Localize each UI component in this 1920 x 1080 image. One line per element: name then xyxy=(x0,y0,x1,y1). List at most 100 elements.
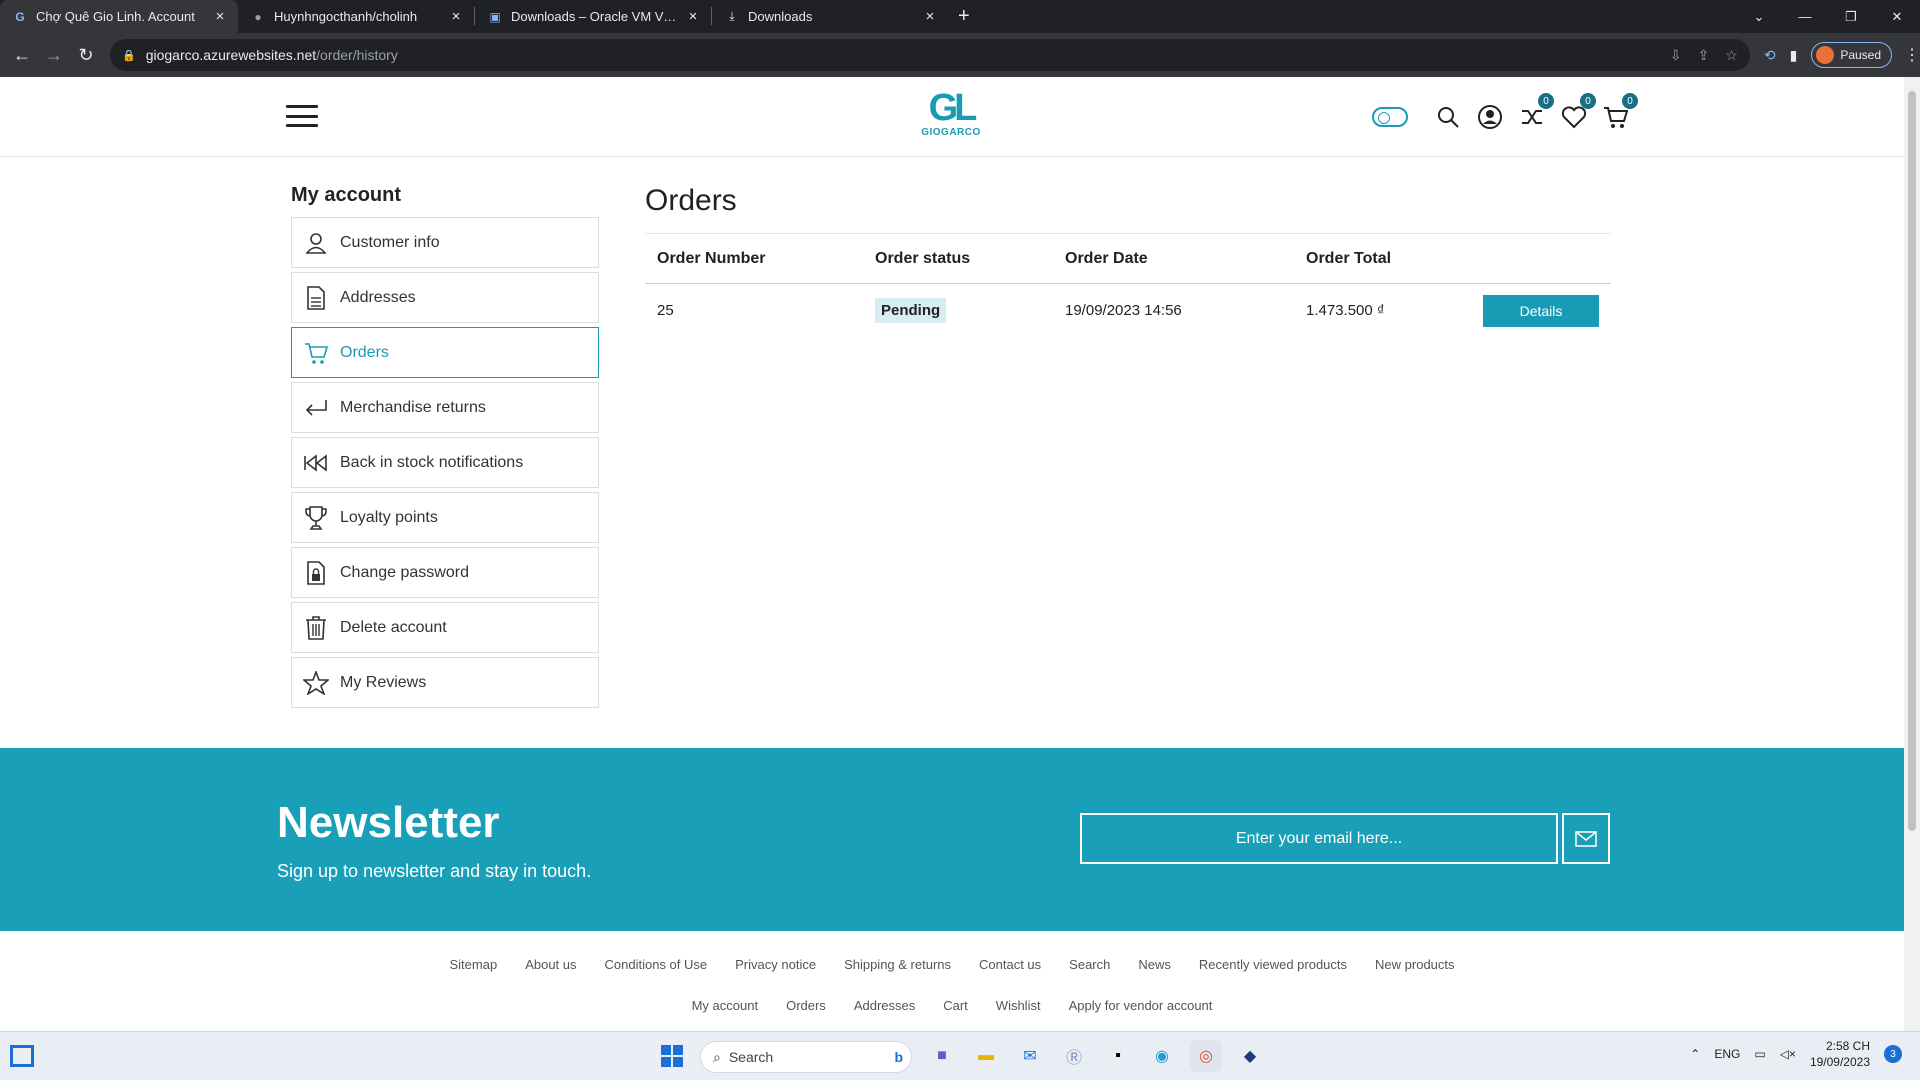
install-app-icon[interactable]: ⇩ xyxy=(1670,47,1682,64)
site-header: GL GIOGARCO 0 0 0 xyxy=(0,77,1904,157)
close-window-icon[interactable]: ✕ xyxy=(1874,9,1920,25)
profile-status: Paused xyxy=(1840,48,1882,62)
sidebar-item-label: Customer info xyxy=(340,233,440,251)
footer-link-my-account[interactable]: My account xyxy=(692,998,758,1013)
sidebar-item-back-in-stock[interactable]: Back in stock notifications xyxy=(291,437,599,488)
footer-link-contact[interactable]: Contact us xyxy=(979,957,1041,972)
bookmark-star-icon[interactable]: ☆ xyxy=(1725,47,1738,64)
tray-chevron-icon[interactable]: ⌃ xyxy=(1690,1047,1700,1061)
footer-link-addresses[interactable]: Addresses xyxy=(854,998,915,1013)
footer-row-2: My account Orders Addresses Cart Wishlis… xyxy=(0,998,1904,1013)
sidebar-item-merchandise-returns[interactable]: Merchandise returns xyxy=(291,382,599,433)
minimize-icon[interactable]: — xyxy=(1782,9,1828,24)
tab-search-icon[interactable]: ⌄ xyxy=(1736,9,1782,25)
site-logo[interactable]: GL GIOGARCO xyxy=(918,89,984,145)
footer-link-shipping[interactable]: Shipping & returns xyxy=(844,957,951,972)
close-tab-icon[interactable]: × xyxy=(212,8,228,25)
close-tab-icon[interactable]: × xyxy=(685,8,701,25)
user-icon xyxy=(302,229,330,257)
wishlist-heart-icon[interactable]: 0 xyxy=(1560,93,1596,131)
address-doc-icon xyxy=(302,284,330,312)
footer-link-recently-viewed[interactable]: Recently viewed products xyxy=(1199,957,1347,972)
footer-link-orders[interactable]: Orders xyxy=(786,998,826,1013)
sidebar-item-delete-account[interactable]: Delete account xyxy=(291,602,599,653)
browser-tab-github[interactable]: ● Huynhngocthanh/cholinh × xyxy=(238,0,474,33)
restore-icon[interactable]: ❐ xyxy=(1828,9,1874,25)
page-scrollbar[interactable] xyxy=(1904,77,1920,1031)
footer-link-conditions[interactable]: Conditions of Use xyxy=(605,957,708,972)
footer-link-search[interactable]: Search xyxy=(1069,957,1110,972)
hamburger-menu-icon[interactable] xyxy=(286,105,318,127)
taskbar-search[interactable]: ⌕ Search b xyxy=(700,1041,912,1073)
scrollbar-thumb[interactable] xyxy=(1908,91,1916,831)
notification-badge[interactable]: 3 xyxy=(1884,1045,1902,1063)
footer-link-about[interactable]: About us xyxy=(525,957,576,972)
footer-link-wishlist[interactable]: Wishlist xyxy=(996,998,1041,1013)
sidebar-item-addresses[interactable]: Addresses xyxy=(291,272,599,323)
sidebar-item-my-reviews[interactable]: My Reviews xyxy=(291,657,599,708)
network-icon[interactable]: ▭ xyxy=(1754,1047,1765,1061)
newsletter-subscribe-button[interactable] xyxy=(1562,813,1610,864)
close-tab-icon[interactable]: × xyxy=(448,8,464,25)
newsletter-email-input[interactable]: Enter your email here... xyxy=(1080,813,1558,864)
start-windows-icon[interactable] xyxy=(656,1040,688,1072)
file-explorer-icon[interactable]: ▬ xyxy=(970,1040,1002,1072)
footer-link-privacy[interactable]: Privacy notice xyxy=(735,957,816,972)
forward-icon[interactable]: → xyxy=(38,45,70,66)
reload-icon[interactable]: ↻ xyxy=(70,45,102,66)
sidebar-item-label: My Reviews xyxy=(340,673,427,691)
details-button[interactable]: Details xyxy=(1483,294,1599,327)
cart-icon[interactable]: 0 xyxy=(1602,93,1638,131)
table-row: 25 Pending 19/09/2023 14:56 1.473.500 ₫ … xyxy=(645,284,1611,338)
address-bar[interactable]: 🔒 giogarco.azurewebsites.net/order/histo… xyxy=(110,39,1750,71)
sidebar-item-customer-info[interactable]: Customer info xyxy=(291,217,599,268)
sidebar-item-orders[interactable]: Orders xyxy=(291,327,599,378)
logo-mark: GL xyxy=(928,87,978,129)
newsletter-title: Newsletter xyxy=(277,798,500,847)
compare-icon[interactable]: 0 xyxy=(1518,93,1554,131)
tab-label: Downloads xyxy=(748,9,813,24)
sidebar-item-change-password[interactable]: Change password xyxy=(291,547,599,598)
footer-link-vendor[interactable]: Apply for vendor account xyxy=(1069,998,1213,1013)
chrome-icon[interactable]: ◎ xyxy=(1190,1040,1222,1072)
r-app-icon[interactable]: Ⓡ xyxy=(1058,1040,1090,1072)
footer-link-news[interactable]: News xyxy=(1138,957,1171,972)
teams-chat-icon[interactable]: ■ xyxy=(926,1040,958,1072)
close-tab-icon[interactable]: × xyxy=(922,8,938,25)
mail-icon[interactable]: ✉ xyxy=(1014,1040,1046,1072)
footer-link-cart[interactable]: Cart xyxy=(943,998,968,1013)
browser-tab-virtualbox[interactable]: ▣ Downloads – Oracle VM VirtualBox × xyxy=(475,0,711,33)
sidebar-item-label: Orders xyxy=(340,343,389,361)
order-number: 25 xyxy=(657,302,674,320)
virtualbox-icon[interactable]: ◆ xyxy=(1234,1040,1266,1072)
search-icon[interactable] xyxy=(1434,103,1462,131)
new-tab-button[interactable]: + xyxy=(948,0,980,33)
side-panel-icon[interactable]: ▮ xyxy=(1790,47,1798,64)
pycharm-icon[interactable]: ▪ xyxy=(1102,1040,1134,1072)
newsletter-subtitle: Sign up to newsletter and stay in touch. xyxy=(277,861,592,881)
extension-icon[interactable]: ⟲ xyxy=(1764,47,1776,64)
browser-tab-downloads[interactable]: ⤓ Downloads × xyxy=(712,0,948,33)
footer-link-new-products[interactable]: New products xyxy=(1375,957,1454,972)
language-indicator[interactable]: ENG xyxy=(1714,1047,1740,1061)
volume-muted-icon[interactable]: ◁× xyxy=(1780,1047,1796,1061)
status-badge: Pending xyxy=(875,298,947,324)
clock[interactable]: 2:58 CH 19/09/2023 xyxy=(1810,1038,1870,1070)
widgets-icon[interactable] xyxy=(10,1045,34,1067)
account-icon[interactable] xyxy=(1476,103,1504,131)
edge-icon[interactable]: ◉ xyxy=(1146,1040,1178,1072)
sidebar-item-loyalty-points[interactable]: Loyalty points xyxy=(291,492,599,543)
sidebar-item-label: Loyalty points xyxy=(340,508,438,526)
back-icon[interactable]: ← xyxy=(6,45,38,66)
share-icon[interactable]: ⇪ xyxy=(1698,47,1710,64)
lock-icon[interactable]: 🔒 xyxy=(122,49,136,62)
url-path: /order/history xyxy=(316,47,398,63)
footer-links: Sitemap About us Conditions of Use Priva… xyxy=(0,957,1904,1031)
browser-tab-account[interactable]: G Chợ Quê Gio Linh. Account × xyxy=(0,0,238,33)
clock-date: 19/09/2023 xyxy=(1809,1055,1870,1069)
profile-button[interactable]: Paused xyxy=(1811,42,1893,68)
menu-kebab-icon[interactable]: ⋮ xyxy=(1904,45,1920,65)
github-icon: ● xyxy=(254,9,262,24)
theme-toggle[interactable] xyxy=(1372,107,1408,127)
footer-link-sitemap[interactable]: Sitemap xyxy=(449,957,497,972)
